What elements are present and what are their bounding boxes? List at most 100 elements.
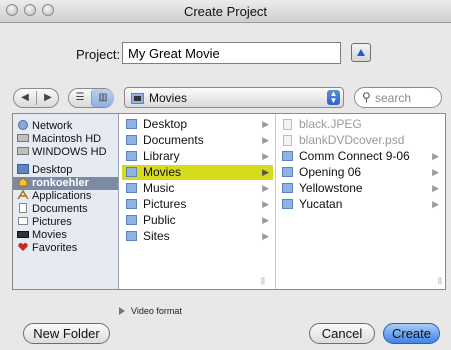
- folder-icon: [126, 167, 137, 177]
- sidebar-item-label: Desktop: [32, 164, 73, 176]
- sidebar-item-windows-hd[interactable]: WINDOWS HD: [17, 146, 107, 159]
- sidebar-item-favorites[interactable]: Favorites: [17, 242, 77, 255]
- list-item-yucatan[interactable]: Yucatan ▶: [278, 197, 443, 212]
- sidebar-item-ronkoehler[interactable]: ronkoehler: [13, 177, 118, 190]
- pictures-icon: [18, 217, 28, 225]
- sidebar-item-desktop[interactable]: Desktop: [17, 164, 72, 177]
- globe-icon: [18, 120, 28, 130]
- sidebar-item-label: Applications: [32, 190, 92, 202]
- sidebar-item-applications[interactable]: Applications: [17, 190, 91, 203]
- list-item-label: Yucatan: [299, 197, 343, 211]
- expand-dialog-button[interactable]: [351, 43, 371, 62]
- list-item-public[interactable]: Public ▶: [122, 213, 273, 228]
- list-item-movies[interactable]: Movies ▶: [122, 165, 273, 180]
- list-item-sites[interactable]: Sites ▶: [122, 229, 273, 244]
- chevron-right-icon: ▶: [262, 135, 269, 145]
- folder-icon: [282, 199, 293, 209]
- column-resize-handle[interactable]: ||: [438, 276, 442, 285]
- folder-icon: [126, 183, 137, 193]
- list-item-label: Desktop: [143, 117, 188, 131]
- sidebar-item-macintosh-hd[interactable]: Macintosh HD: [17, 133, 101, 146]
- folder-icon: [282, 183, 293, 193]
- search-icon: ⚲: [362, 90, 371, 104]
- chevron-right-icon: ▶: [262, 183, 269, 193]
- chevron-right-icon: ▶: [432, 167, 439, 177]
- browser-column-movies: black.JPEG blankDVDcover.psd Comm Connec…: [276, 114, 445, 289]
- folder-icon: [126, 119, 137, 129]
- list-item-label: Pictures: [143, 197, 187, 211]
- folder-icon: [282, 167, 293, 177]
- chevron-right-icon: ▶: [432, 199, 439, 209]
- list-item-label: blankDVDcover.psd: [299, 133, 405, 147]
- title-bar[interactable]: Create Project: [0, 0, 451, 23]
- chevron-right-icon: ▶: [262, 215, 269, 225]
- list-item-label: Comm Connect 9-06: [299, 149, 410, 163]
- location-popup[interactable]: Movies ▲ ▼: [124, 87, 344, 108]
- window-title: Create Project: [183, 4, 268, 19]
- column-view-icon[interactable]: ▥: [92, 89, 114, 107]
- column-resize-handle[interactable]: ||: [261, 276, 265, 285]
- home-icon: [17, 177, 29, 187]
- file-icon: [283, 119, 292, 130]
- browser-column-home: Desktop ▶ Documents ▶ Library ▶ Movies ▶ Mus…: [120, 114, 276, 289]
- list-item-documents[interactable]: Documents ▶: [122, 133, 273, 148]
- create-button[interactable]: Create: [383, 323, 440, 344]
- list-item-label: Sites: [143, 229, 170, 243]
- sidebar-item-label: Favorites: [32, 242, 78, 254]
- location-popup-label: Movies: [149, 91, 188, 105]
- list-item-label: Music: [143, 181, 175, 195]
- back-forward-control: ◀ ▶: [13, 88, 59, 108]
- folder-icon: [126, 135, 137, 145]
- list-item-blankdvdcover: blankDVDcover.psd: [278, 133, 443, 148]
- folder-icon: [126, 231, 137, 241]
- sidebar-item-label: ronkoehler: [32, 177, 89, 189]
- new-folder-button[interactable]: New Folder: [23, 323, 110, 344]
- chevron-right-icon: ▶: [262, 119, 269, 129]
- chevron-right-icon: ▶: [262, 167, 269, 177]
- movies-folder-icon: [131, 93, 144, 104]
- sidebar: Network Macintosh HD WINDOWS HD Desktop …: [13, 114, 119, 289]
- list-item-label: Documents: [143, 133, 204, 147]
- list-item-label: Library: [143, 149, 180, 163]
- sidebar-item-network[interactable]: Network: [17, 120, 72, 133]
- list-item-label: Movies: [143, 165, 182, 179]
- list-item-label: Opening 06: [299, 165, 362, 179]
- list-item-music[interactable]: Music ▶: [122, 181, 273, 196]
- sidebar-item-movies[interactable]: Movies: [17, 229, 67, 242]
- sidebar-item-label: Pictures: [32, 216, 72, 228]
- list-item-comm-connect[interactable]: Comm Connect 9-06 ▶: [278, 149, 443, 164]
- list-item-library[interactable]: Library ▶: [122, 149, 273, 164]
- hard-drive-icon: [17, 147, 29, 155]
- list-item-label: Yellowstone: [299, 181, 363, 195]
- list-item-yellowstone[interactable]: Yellowstone ▶: [278, 181, 443, 196]
- chevron-right-icon: ▶: [262, 199, 269, 209]
- view-mode-control: ☰ ▥: [68, 88, 114, 108]
- list-item-pictures[interactable]: Pictures ▶: [122, 197, 273, 212]
- sidebar-item-pictures[interactable]: Pictures: [17, 216, 72, 229]
- back-arrow-icon[interactable]: ◀: [14, 89, 36, 107]
- file-icon: [283, 135, 292, 146]
- chevron-right-icon: ▶: [432, 183, 439, 193]
- chevron-right-icon: ▶: [262, 151, 269, 161]
- hard-drive-icon: [17, 134, 29, 142]
- list-item-label: Public: [143, 213, 176, 227]
- folder-icon: [126, 199, 137, 209]
- list-item-opening-06[interactable]: Opening 06 ▶: [278, 165, 443, 180]
- applications-icon: [17, 190, 29, 200]
- project-label: Project:: [76, 47, 121, 62]
- disclosure-triangle-icon: [119, 307, 125, 315]
- project-name-input[interactable]: [122, 42, 341, 64]
- list-view-icon[interactable]: ☰: [69, 89, 91, 107]
- list-item-black-jpeg: black.JPEG: [278, 117, 443, 132]
- cancel-button[interactable]: Cancel: [309, 323, 375, 344]
- chevron-right-icon: ▶: [432, 151, 439, 161]
- movies-icon: [17, 231, 29, 238]
- popup-arrows-icon: ▲ ▼: [327, 90, 340, 105]
- forward-arrow-icon[interactable]: ▶: [37, 89, 59, 107]
- list-item-desktop[interactable]: Desktop ▶: [122, 117, 273, 132]
- folder-icon: [282, 151, 293, 161]
- sidebar-item-documents[interactable]: Documents: [17, 203, 88, 216]
- search-field[interactable]: ⚲ search: [354, 87, 442, 108]
- video-format-disclosure[interactable]: Video format: [119, 306, 182, 316]
- sidebar-item-label: Documents: [32, 203, 88, 215]
